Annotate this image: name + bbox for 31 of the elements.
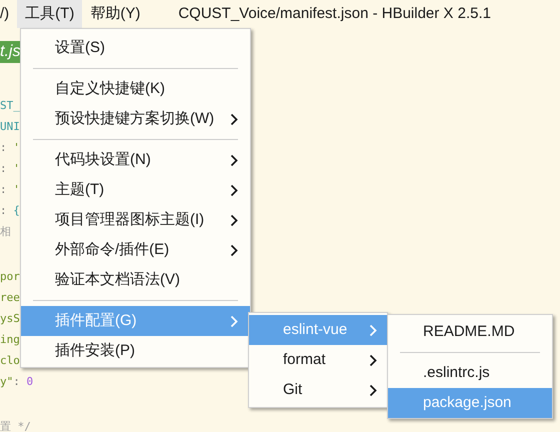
code-line: UNI	[0, 119, 20, 135]
menu-item[interactable]: 预设快捷键方案切换(W)	[21, 104, 250, 134]
menu-item[interactable]: 主题(T)	[21, 175, 250, 205]
menubar-item[interactable]: 帮助(Y)	[82, 0, 148, 28]
menu-item[interactable]: Git	[249, 375, 387, 405]
menu-item[interactable]: 外部命令/插件(E)	[21, 235, 250, 265]
menu-item[interactable]: 设置(S)	[21, 33, 250, 63]
menu-item[interactable]: .eslintrc.js	[388, 358, 552, 388]
code-line: clo	[0, 353, 20, 369]
code-line: : '	[0, 140, 20, 156]
window-title: CQUST_Voice/manifest.json - HBuilder X 2.5.1	[178, 4, 491, 24]
menubar-item[interactable]: 工具(T)	[17, 0, 82, 28]
code-line: ree	[0, 290, 20, 306]
code-line: por	[0, 269, 20, 285]
menu-item[interactable]: 自定义快捷键(K)	[21, 74, 250, 104]
menu-item[interactable]: 项目管理器图标主题(I)	[21, 205, 250, 235]
menu-item[interactable]: format	[249, 345, 387, 375]
menu-item[interactable]: README.MD	[388, 317, 552, 347]
code-line: 置 */	[0, 419, 31, 432]
code-line: : '	[0, 182, 20, 198]
code-line: y": 0	[0, 374, 34, 390]
menu-item[interactable]: 验证本文档语法(V)	[21, 265, 250, 295]
code-line: ysS	[0, 311, 20, 327]
code-line: ing	[0, 332, 20, 348]
code-line: : '	[0, 161, 20, 177]
menu-item[interactable]: 插件安装(P)	[21, 336, 250, 366]
menu-item[interactable]: 代码块设置(N)	[21, 145, 250, 175]
code-line: : {	[0, 203, 20, 219]
menubar-item[interactable]: /)	[0, 0, 18, 28]
code-line: 相	[0, 224, 11, 240]
code-line: ST_	[0, 98, 20, 114]
